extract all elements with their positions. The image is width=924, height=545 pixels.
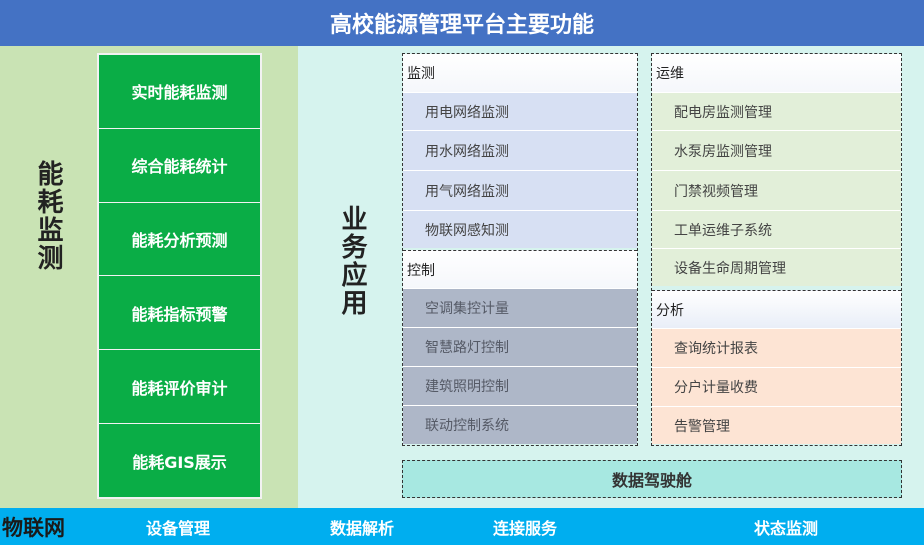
control-item: 空调集控计量 — [403, 288, 637, 327]
control-item: 智慧路灯控制 — [403, 327, 637, 366]
iot-item-connection-service: 连接服务 — [493, 518, 558, 538]
iot-item-status-monitoring: 状态监测 — [754, 518, 819, 538]
page-title: 高校能源管理平台主要功能 — [0, 0, 924, 46]
ops-header: 运维 — [652, 54, 901, 92]
energy-function-item: 能耗GIS展示 — [132, 452, 227, 472]
analysis-header: 分析 — [652, 290, 901, 328]
analysis-item: 告警管理 — [652, 406, 901, 444]
monitor-item: 用水网络监测 — [403, 130, 637, 170]
monitor-item: 用电网络监测 — [403, 92, 637, 130]
energy-function-item: 综合能耗统计 — [99, 129, 260, 203]
iot-item-data-parsing: 数据解析 — [330, 518, 395, 538]
ops-item: 水泵房监测管理 — [652, 130, 901, 170]
ops-analysis-box: 运维 配电房监测管理 水泵房监测管理 门禁视频管理 工单运维子系统 设备生命周期… — [651, 53, 902, 446]
business-application-title: 业务应用 — [337, 205, 367, 317]
control-header: 控制 — [403, 250, 637, 288]
analysis-item: 查询统计报表 — [652, 328, 901, 367]
energy-function-item: 实时能耗监测 — [99, 55, 260, 129]
energy-function-item: 能耗指标预警 — [99, 276, 260, 351]
monitor-control-box: 监测 用电网络监测 用水网络监测 用气网络监测 物联网感知测 控制 空调集控计量… — [402, 53, 638, 446]
iot-label: 物联网 — [2, 515, 65, 540]
energy-function-item: 能耗评价审计 — [99, 350, 260, 425]
ops-item: 设备生命周期管理 — [652, 248, 901, 286]
control-item: 联动控制系统 — [403, 405, 637, 444]
ops-item: 工单运维子系统 — [652, 210, 901, 248]
iot-bar: 物联网 设备管理 数据解析 连接服务 状态监测 — [0, 508, 924, 545]
monitor-item: 用气网络监测 — [403, 170, 637, 210]
energy-monitoring-title: 能耗监测 — [33, 160, 63, 272]
data-cockpit: 数据驾驶舱 — [402, 460, 902, 498]
monitor-item: 物联网感知测 — [403, 210, 637, 248]
analysis-item: 分户计量收费 — [652, 367, 901, 406]
energy-function-item: 能耗分析预测 — [99, 203, 260, 277]
energy-function-list: 实时能耗监测 综合能耗统计 能耗分析预测 能耗指标预警 能耗评价审计 能耗GIS… — [97, 53, 262, 499]
ops-item: 门禁视频管理 — [652, 170, 901, 210]
ops-item: 配电房监测管理 — [652, 92, 901, 130]
control-item: 建筑照明控制 — [403, 366, 637, 405]
iot-item-device-management: 设备管理 — [146, 518, 211, 538]
monitor-header: 监测 — [403, 54, 637, 92]
